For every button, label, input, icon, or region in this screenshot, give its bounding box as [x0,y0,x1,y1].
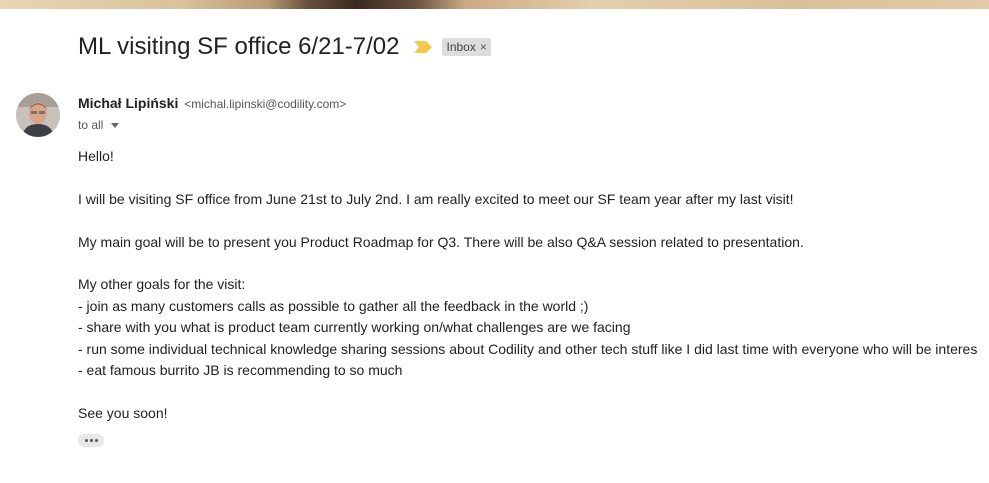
sender-line: Michał Lipiński <michal.lipinski@codilit… [78,95,346,111]
body-line [78,167,989,188]
inbox-label-chip: Inbox × [441,38,491,56]
chevron-down-icon [111,122,120,128]
body-line: - join as many customers calls as possib… [78,297,589,314]
ellipsis-dot [94,439,98,442]
body-line: See you soon! [78,404,168,421]
ellipsis-dot [89,439,93,442]
remove-label-icon[interactable]: × [480,40,487,54]
body-line: My other goals for the visit: [78,276,246,293]
sender-name[interactable]: Michał Lipiński [78,95,178,111]
body-line: - run some individual technical knowledg… [78,340,978,357]
body-line: - share with you what is product team cu… [78,319,631,336]
importance-marker-icon[interactable] [413,41,432,53]
body-line: I will be visiting SF office from June 2… [78,190,794,207]
sender-avatar[interactable] [16,93,60,137]
body-line: Hello! [78,148,114,164]
inbox-label-text: Inbox [446,40,476,54]
sender-email: <michal.lipinski@codility.com> [184,97,347,111]
person-avatar-icon [16,93,60,137]
body-line: My main goal will be to present you Prod… [78,233,804,250]
body-line: - eat famous burrito JB is recommending … [78,361,403,378]
email-subject: ML visiting SF office 6/21-7/02 [78,33,400,60]
recipients-text: to all [78,118,104,132]
body-line [78,253,989,274]
recipients-dropdown[interactable]: to all [78,118,120,132]
subject-row: ML visiting SF office 6/21-7/02 Inbox × [78,30,491,64]
body-line [78,381,989,402]
ellipsis-dot [84,439,88,442]
email-body: Hello! I will be visiting SF office from… [78,146,989,424]
body-line [78,210,989,231]
show-trimmed-content-button[interactable] [78,434,104,447]
header-banner-image [0,0,989,9]
